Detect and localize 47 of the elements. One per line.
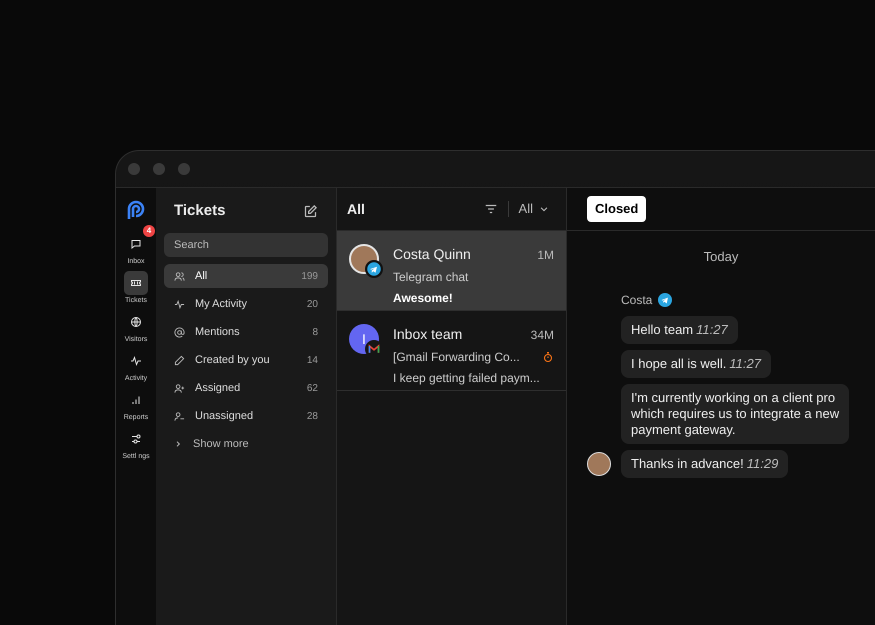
- list-title: All: [347, 200, 365, 218]
- nav-item[interactable]: Unassigned 28: [164, 404, 328, 428]
- conversation-subject: Telegram chat: [393, 269, 468, 286]
- telegram-icon: [365, 260, 383, 278]
- message-preview: I keep getting failed paym...: [393, 370, 541, 387]
- show-more-button[interactable]: Show more: [164, 432, 259, 456]
- nav-item[interactable]: Assigned 62: [164, 376, 328, 400]
- conversation-subject: [Gmail Forwarding Co...: [393, 349, 520, 366]
- message-bubble: I'm currently working on a client pro which requires us to integrate a new payment gateway.: [621, 384, 850, 444]
- pencil-icon: [174, 354, 185, 366]
- rail-button[interactable]: [124, 271, 148, 295]
- ticket-icon: [130, 277, 142, 289]
- time-label: 34M: [530, 326, 554, 344]
- message-preview: Awesome!: [393, 290, 454, 307]
- sender-name: Costa: [621, 292, 652, 309]
- pulse-icon: [174, 298, 185, 310]
- conversation-item[interactable]: I Inbox team 34M [Gmail Forwarding Co... I keep getting failed paym...: [337, 311, 566, 391]
- panel-title: Tickets: [174, 200, 226, 221]
- message-bubble: Thanks in advance! 11:29: [621, 450, 788, 478]
- conversation-item[interactable]: Costa Quinn 1M Telegram chat Awesome!: [337, 231, 566, 311]
- telegram-icon: [658, 293, 672, 307]
- chat-bubble-icon: [130, 238, 142, 250]
- status-badge: Closed: [587, 196, 646, 222]
- time-label: 1M: [537, 246, 554, 264]
- message-bubble: I hope all is well. 11:27: [621, 350, 771, 378]
- person-minus-icon: [174, 410, 185, 422]
- nav-item[interactable]: All 199: [164, 264, 328, 288]
- filter-dropdown[interactable]: All: [518, 199, 549, 219]
- message-bubble: Hello team 11:27: [621, 316, 738, 344]
- at-sign-icon: [174, 326, 185, 338]
- pulse-icon: [130, 355, 142, 367]
- chevron-right-icon: [174, 440, 182, 448]
- contact-name: Costa Quinn: [393, 245, 471, 264]
- contact-name: Inbox team: [393, 325, 462, 344]
- compose-icon[interactable]: [303, 204, 318, 218]
- people-icon: [174, 270, 185, 282]
- globe-icon: [130, 316, 142, 328]
- nav-item[interactable]: Mentions 8: [164, 320, 328, 344]
- notification-badge: 4: [143, 225, 155, 237]
- bar-chart-icon: [130, 394, 142, 406]
- sliders-icon: [130, 433, 142, 445]
- nav-item[interactable]: My Activity 20: [164, 292, 328, 316]
- filter-icon[interactable]: [484, 202, 498, 216]
- search-field[interactable]: Search: [164, 233, 328, 257]
- person-plus-icon: [174, 382, 185, 394]
- nav-item[interactable]: Created by you 14: [164, 348, 328, 372]
- date-divider: Today: [704, 249, 738, 264]
